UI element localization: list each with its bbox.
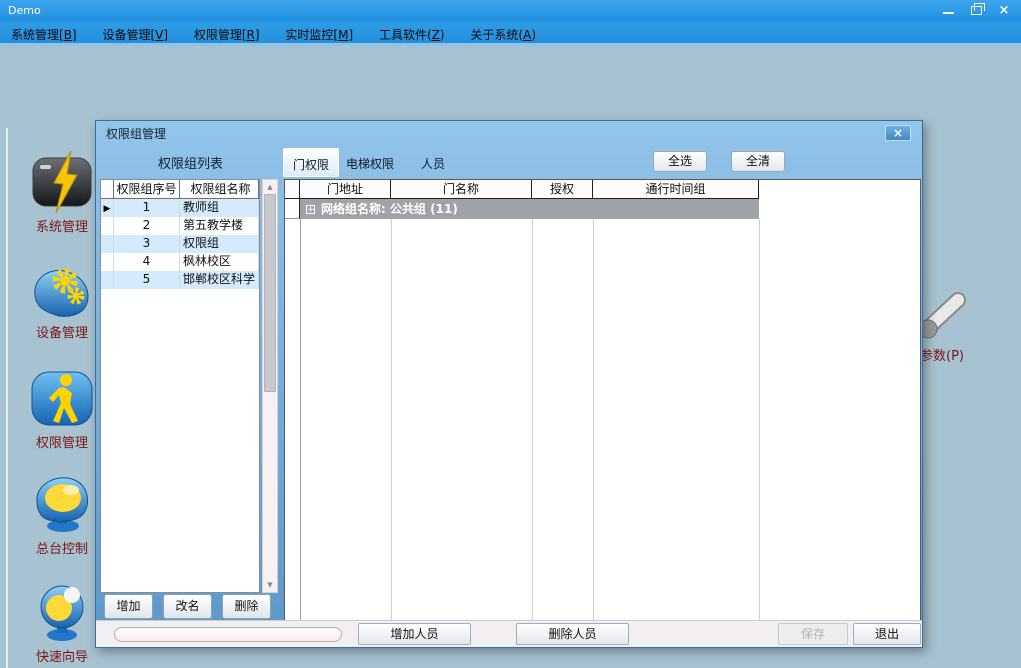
add-group-button[interactable]: 增加 — [104, 594, 153, 619]
delete-group-button[interactable]: 删除 — [222, 594, 271, 619]
background-window-edge — [6, 128, 8, 668]
menu-item-tools[interactable]: 工具软件(Z) — [368, 22, 456, 46]
wizard-lamp-icon — [30, 580, 94, 644]
network-group-label: 网络组名称: 公共组 (11) — [321, 202, 458, 216]
clear-all-button[interactable]: 全清 — [731, 151, 785, 172]
table-col-door-address: 门地址 — [300, 180, 391, 199]
door-permission-table: 门地址 门名称 授权 通行时间组 + 网络组名称: 公共组 (11) — [284, 179, 921, 621]
list-row[interactable]: 2 第五教学楼 — [101, 217, 259, 235]
save-button[interactable]: 保存 — [778, 623, 848, 645]
menu-bar: 系统管理[B] 设备管理[V] 权限管理[R] 实时监控[M] 工具软件(Z) … — [0, 22, 1021, 46]
tab-door-permission[interactable]: 门权限 — [283, 148, 339, 177]
minimize-icon — [943, 12, 954, 14]
lightning-device-icon — [30, 150, 94, 214]
list-col-name: 权限组名称 — [180, 180, 259, 199]
rename-group-button[interactable]: 改名 — [163, 594, 212, 619]
scroll-up-icon[interactable]: ▲ — [263, 180, 277, 194]
table-col-door-name: 门名称 — [391, 180, 532, 199]
window-titlebar: Demo × — [0, 0, 1021, 22]
table-col-authorize: 授权 — [532, 180, 593, 199]
current-row-marker-icon: ▶ — [104, 204, 111, 214]
menu-item-about[interactable]: 关于系统(A) — [459, 22, 547, 46]
table-col-time-group: 通行时间组 — [593, 180, 759, 199]
close-icon: × — [893, 126, 903, 140]
progress-bar — [114, 627, 342, 642]
gears-device-icon — [30, 256, 94, 320]
console-monitor-icon — [30, 472, 94, 536]
list-col-seq: 权限组序号 — [114, 180, 180, 199]
tab-elevator-permission[interactable]: 电梯权限 — [337, 148, 403, 177]
dialog-footer: 增加人员 删除人员 保存 退出 — [96, 620, 922, 647]
dialog-close-button[interactable]: × — [885, 125, 911, 141]
close-icon: × — [999, 3, 1010, 18]
table-grid-line — [532, 219, 533, 620]
menu-item-device[interactable]: 设备管理[V] — [91, 22, 179, 46]
list-row[interactable]: ▶ 1 教师组 — [101, 199, 259, 217]
select-all-button[interactable]: 全选 — [653, 151, 707, 172]
window-close-button[interactable]: × — [992, 3, 1016, 19]
list-scrollbar[interactable]: ▲ ▼ — [262, 179, 278, 593]
exit-button[interactable]: 退出 — [853, 623, 921, 645]
restore-button[interactable] — [964, 3, 988, 19]
delete-person-button[interactable]: 删除人员 — [516, 623, 629, 645]
window-title: Demo — [8, 4, 41, 17]
sidebar-item-label: 快速向导 — [16, 646, 108, 665]
table-grid-line — [391, 219, 392, 620]
table-selector-header — [285, 180, 300, 199]
table-grid-line — [593, 219, 594, 620]
dialog-title: 权限组管理 — [106, 125, 166, 142]
list-header-row: 权限组序号 权限组名称 — [101, 180, 259, 199]
dialog-header: 权限组列表 门权限 电梯权限 人员 全选 全清 — [96, 143, 922, 179]
menu-item-monitor[interactable]: 实时监控[M] — [274, 22, 364, 46]
table-grid-line — [300, 219, 301, 620]
expand-icon[interactable]: + — [306, 205, 315, 214]
list-row[interactable]: 4 枫林校区 — [101, 253, 259, 271]
menu-item-permission[interactable]: 权限管理[R] — [183, 22, 271, 46]
table-header-row: 门地址 门名称 授权 通行时间组 — [285, 180, 920, 199]
permission-group-list: 权限组序号 权限组名称 ▶ 1 教师组 2 第五教学楼 3 权限组 4 枫林校区… — [100, 179, 260, 593]
scrollbar-thumb[interactable] — [264, 194, 276, 392]
list-row[interactable]: 5 邯郸校区科学 — [101, 271, 259, 289]
network-group-row[interactable]: + 网络组名称: 公共组 (11) — [285, 199, 920, 219]
permission-group-dialog: 权限组管理 × 权限组列表 门权限 电梯权限 人员 全选 全清 权限组序号 权限… — [95, 120, 923, 648]
list-selector-header — [101, 180, 114, 199]
table-grid-line — [759, 219, 760, 620]
walking-person-icon — [30, 366, 94, 430]
scroll-down-icon[interactable]: ▼ — [263, 578, 277, 592]
group-row-selector — [285, 199, 300, 219]
tab-personnel[interactable]: 人员 — [412, 148, 454, 177]
menu-item-system[interactable]: 系统管理[B] — [0, 22, 88, 46]
list-row[interactable]: 3 权限组 — [101, 235, 259, 253]
restore-icon — [971, 6, 982, 15]
group-list-title: 权限组列表 — [158, 153, 223, 172]
add-person-button[interactable]: 增加人员 — [358, 623, 471, 645]
minimize-button[interactable] — [936, 3, 960, 19]
